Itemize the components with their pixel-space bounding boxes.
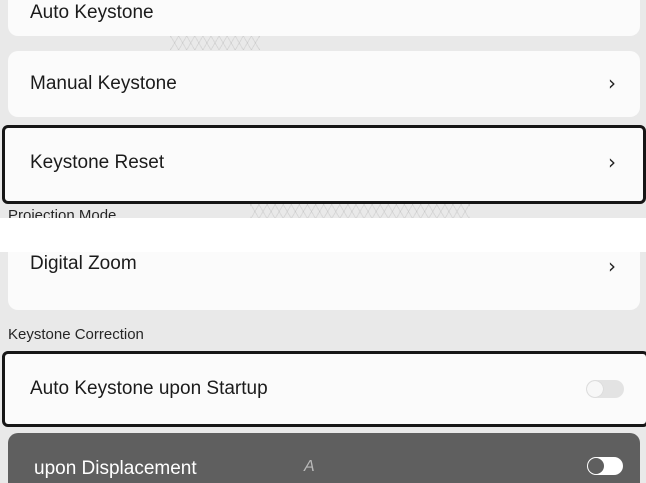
auto-keystone-displacement-label: upon Displacement xyxy=(34,458,197,479)
keystone-reset-label: Keystone Reset xyxy=(30,152,165,173)
auto-keystone-startup-item[interactable]: Auto Keystone upon Startup xyxy=(2,351,646,427)
manual-keystone-label: Manual Keystone xyxy=(30,73,177,94)
toggle-knob xyxy=(587,381,603,397)
projection-mode-section-title: Projection Mode xyxy=(8,207,117,218)
manual-keystone-item[interactable]: Manual Keystone › xyxy=(8,51,640,117)
auto-keystone-displacement-toggle[interactable] xyxy=(587,457,623,475)
chevron-right-icon: › xyxy=(608,71,616,95)
keystone-correction-section-title: Keystone Correction xyxy=(8,326,144,343)
top-settings-panel: Auto Keystone Manual Keystone › Keystone… xyxy=(0,0,646,218)
auto-keystone-displacement-item[interactable]: upon Displacement A xyxy=(8,433,640,483)
chevron-right-icon: › xyxy=(608,150,616,174)
faded-text: A xyxy=(304,458,315,475)
toggle-knob xyxy=(588,458,604,474)
auto-keystone-label: Auto Keystone xyxy=(30,2,154,23)
auto-keystone-startup-toggle[interactable] xyxy=(586,380,624,398)
auto-keystone-startup-label: Auto Keystone upon Startup xyxy=(30,378,268,399)
chevron-right-icon: › xyxy=(608,254,616,278)
auto-keystone-item[interactable]: Auto Keystone xyxy=(8,0,640,36)
digital-zoom-item[interactable]: Digital Zoom › xyxy=(8,252,640,310)
keystone-reset-item[interactable]: Keystone Reset › xyxy=(2,125,646,204)
digital-zoom-label: Digital Zoom xyxy=(30,253,137,274)
